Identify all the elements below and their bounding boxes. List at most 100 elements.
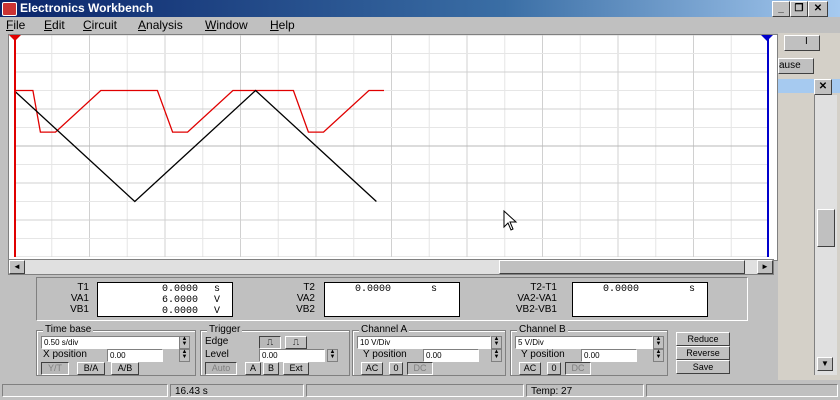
va1-value: 6.0000 <box>161 295 198 306</box>
mouse-pointer-icon <box>503 209 518 231</box>
channel-a-scale-spin-icon[interactable]: ▲ ▼ <box>491 336 502 349</box>
reverse-button[interactable]: Reverse <box>676 346 730 360</box>
menu-analysis[interactable]: Analysis <box>138 18 183 32</box>
scroll-right-icon[interactable]: ► <box>757 260 773 274</box>
channel-a-dc-button[interactable]: DC <box>407 362 433 375</box>
trigger-title: Trigger <box>207 324 243 335</box>
hscroll-thumb[interactable] <box>499 260 745 274</box>
channel-a-group: Channel A 10 V/Div ▲ ▼ Y position 0.00 ▲ ▼… <box>352 324 506 376</box>
channel-b-ypos-input[interactable]: 0.00 <box>581 349 637 362</box>
oscilloscope-screen <box>8 34 778 261</box>
cursor-2-marker-icon[interactable] <box>761 35 773 41</box>
trigger-b-button[interactable]: B <box>263 362 279 375</box>
xpos-label: X position <box>43 349 87 360</box>
side-vscroll[interactable]: ▼ <box>814 95 837 375</box>
power-switch[interactable]: I <box>784 35 820 51</box>
side-title-strip: ✕ <box>778 79 840 95</box>
channel-b-ypos-label: Y position <box>521 349 565 360</box>
t1-label: T1 <box>77 282 89 293</box>
channel-b-ypos-spin-icon[interactable]: ▲ ▼ <box>653 349 664 362</box>
channel-b-ac-button[interactable]: AC <box>519 362 541 375</box>
xpos-spin-icon[interactable]: ▲ ▼ <box>179 349 190 362</box>
channel-a-scale-input[interactable]: 10 V/Div <box>357 336 491 349</box>
vb1-value: 0.0000 <box>161 306 198 317</box>
t1-value: 0.0000 <box>161 284 198 295</box>
oscilloscope-plot <box>14 35 769 257</box>
status-temp: Temp: 27 <box>526 384 644 397</box>
delta-readout: 0.0000 s <box>572 282 708 317</box>
xpos-input[interactable]: 0.00 <box>107 349 163 362</box>
level-input[interactable]: 0.00 <box>259 349 325 362</box>
channel-a-ypos-spin-icon[interactable]: ▲ ▼ <box>491 349 502 362</box>
screen-hscroll[interactable]: ◄ ► <box>8 259 774 275</box>
channel-a-zero-button[interactable]: 0 <box>389 362 403 375</box>
timebase-spin-icon[interactable]: ▲ ▼ <box>179 336 190 349</box>
auto-button[interactable]: Auto <box>205 362 237 375</box>
channel-b-group: Channel B 5 V/Div ▲ ▼ Y position 0.00 ▲ ▼ … <box>510 324 668 376</box>
cursor1-readout: 0.0000 6.0000 0.0000 s V V <box>97 282 233 317</box>
va1-label: VA1 <box>70 293 89 304</box>
close-icon[interactable]: ✕ <box>808 1 828 17</box>
cursor-1-marker-icon[interactable] <box>9 35 21 41</box>
t2-value: 0.0000 <box>355 284 392 295</box>
readout-panel: T1 VA1 VB1 0.0000 6.0000 0.0000 s V V T2… <box>36 277 748 321</box>
channel-b-scale-input[interactable]: 5 V/Div <box>515 336 653 349</box>
delta-t-unit: s <box>689 284 696 295</box>
t2-label: T2 <box>303 282 315 293</box>
menu-help[interactable]: Help <box>270 18 295 32</box>
menu-window[interactable]: Window <box>205 18 248 32</box>
channel-b-title: Channel B <box>517 324 568 335</box>
channel-a-ac-button[interactable]: AC <box>361 362 383 375</box>
yt-button[interactable]: Y/T <box>41 362 69 375</box>
rising-edge-icon[interactable]: ⎍ <box>259 336 281 349</box>
channel-b-zero-button[interactable]: 0 <box>547 362 561 375</box>
channel-a-ypos-input[interactable]: 0.00 <box>423 349 479 362</box>
ba-button[interactable]: B/A <box>77 362 105 375</box>
timebase-input[interactable]: 0.50 s/div <box>41 336 181 349</box>
vb1-label: VB1 <box>70 304 89 315</box>
vb2-label: VB2 <box>296 304 315 315</box>
ab-button[interactable]: A/B <box>111 362 139 375</box>
window-title: Electronics Workbench <box>20 1 154 15</box>
trigger-ext-button[interactable]: Ext <box>283 362 309 375</box>
timebase-group: Time base 0.50 s/div ▲ ▼ X position 0.00 … <box>36 324 196 376</box>
scroll-left-icon[interactable]: ◄ <box>9 260 25 274</box>
va1-unit: V <box>214 295 221 306</box>
channel-a-ypos-label: Y position <box>363 349 407 360</box>
t2-t1-label: T2-T1 <box>530 282 557 293</box>
trigger-a-button[interactable]: A <box>245 362 261 375</box>
scroll-down-icon[interactable]: ▼ <box>817 357 833 371</box>
status-bar: 16.43 s Temp: 27 <box>0 383 840 400</box>
channel-b-dc-button[interactable]: DC <box>565 362 591 375</box>
vb2-vb1-label: VB2-VB1 <box>515 304 557 315</box>
restore-icon[interactable]: ❐ <box>790 1 808 17</box>
timebase-title: Time base <box>43 324 94 335</box>
side-scroll-thumb[interactable] <box>817 209 835 247</box>
va2-va1-label: VA2-VA1 <box>517 293 557 304</box>
t2-unit: s <box>431 284 438 295</box>
channel-b-trace <box>14 89 384 133</box>
title-bar: Electronics Workbench _ ❐ ✕ <box>0 0 840 17</box>
vb1-unit: V <box>214 306 221 317</box>
menu-edit[interactable]: Edit <box>44 18 65 32</box>
channel-b-scale-spin-icon[interactable]: ▲ ▼ <box>653 336 664 349</box>
app-icon[interactable] <box>2 2 17 16</box>
va2-label: VA2 <box>296 293 315 304</box>
level-spin-icon[interactable]: ▲ ▼ <box>327 349 338 362</box>
t1-unit: s <box>214 284 221 295</box>
menu-file[interactable]: File <box>6 18 25 32</box>
falling-edge-icon[interactable]: ⎍ <box>285 336 307 349</box>
menu-bar: File Edit Circuit Analysis Window Help <box>0 17 840 33</box>
edge-label: Edge <box>205 336 229 347</box>
minimize-button[interactable]: _ <box>772 1 790 17</box>
reduce-button[interactable]: Reduce <box>676 332 730 346</box>
save-button[interactable]: Save <box>676 360 730 374</box>
menu-circuit[interactable]: Circuit <box>83 18 117 32</box>
trigger-group: Trigger Edge ⎍ ⎍ Level 0.00 ▲ ▼ Auto A B … <box>200 324 350 376</box>
side-panel: I ause ✕ ▼ <box>778 33 840 380</box>
delta-t-value: 0.0000 <box>603 284 640 295</box>
side-close-icon[interactable]: ✕ <box>814 79 832 95</box>
pause-button[interactable]: ause <box>778 58 814 74</box>
channel-a-title: Channel A <box>359 324 410 335</box>
level-label: Level <box>205 349 229 360</box>
